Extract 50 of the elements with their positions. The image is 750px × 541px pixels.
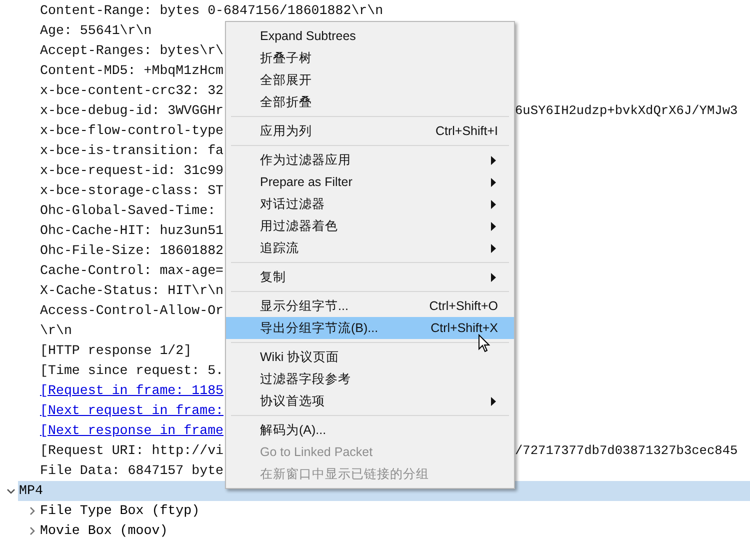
tree-row[interactable]: Ohc-File-Size: 18601882 <box>40 243 224 258</box>
menu-item[interactable]: 作为过滤器应用 <box>226 149 514 171</box>
tree-row-text: 6uSY6IH2udzp+bvkXdQrX6J/YMJw3 <box>515 102 738 120</box>
tree-row[interactable]: File Type Box (ftyp) <box>39 501 750 521</box>
tree-row[interactable]: x-bce-debug-id: 3WVGGHr <box>40 103 224 118</box>
menu-item[interactable]: Prepare as Filter <box>226 171 514 193</box>
shortcut-text: Ctrl+Shift+X <box>430 320 498 337</box>
menu-item[interactable]: 应用为列 Ctrl+Shift+I <box>226 120 514 142</box>
menu-item[interactable]: 用过滤器着色 <box>226 215 514 237</box>
menu-item[interactable]: 导出分组字节流(B)... Ctrl+Shift+X <box>226 317 514 339</box>
tree-row[interactable]: Ohc-Cache-HIT: huz3un51 <box>40 223 224 238</box>
tree-row[interactable]: Accept-Ranges: bytes\r\ <box>40 43 224 58</box>
shortcut-text: Ctrl+Shift+O <box>429 298 498 315</box>
tree-row[interactable]: [HTTP response 1/2] <box>40 343 192 358</box>
tree-row[interactable]: Content-Range: bytes 0-6847156/18601882\r\n <box>40 3 384 18</box>
menu-item[interactable]: 追踪流 <box>226 237 514 259</box>
menu-item[interactable]: 折叠子树 <box>226 47 514 69</box>
tree-row[interactable]: [Request URI: http://vi <box>40 443 224 458</box>
mouse-pointer-icon <box>478 334 490 353</box>
tree-row[interactable]: Cache-Control: max-age= <box>40 263 224 278</box>
menu-item[interactable]: 显示分组字节... Ctrl+Shift+O <box>226 295 514 317</box>
menu-item[interactable]: 协议首选项 <box>226 390 514 412</box>
chevron-down-icon[interactable] <box>6 486 16 496</box>
tree-row[interactable]: Age: 55641\r\n <box>40 23 152 38</box>
menu-item[interactable]: 对话过滤器 <box>226 193 514 215</box>
tree-row[interactable]: File Data: 6847157 byte <box>40 463 224 478</box>
tree-row[interactable]: x-bce-content-crc32: 32 <box>40 83 224 98</box>
tree-row[interactable]: [Time since request: 5. <box>40 363 224 378</box>
tree-row[interactable]: x-bce-flow-control-type <box>40 123 224 138</box>
tree-link[interactable]: [Next response in frame <box>40 423 224 438</box>
tree-row[interactable]: x-bce-storage-class: ST <box>40 183 224 198</box>
tree-row[interactable]: x-bce-request-id: 31c99 <box>40 163 224 178</box>
menu-item[interactable]: Expand Subtrees <box>226 25 514 47</box>
menu-item[interactable]: 全部展开 <box>226 69 514 91</box>
menu-item[interactable]: 解码为(A)... <box>226 419 514 441</box>
menu-item[interactable]: 过滤器字段参考 <box>226 368 514 390</box>
tree-link[interactable]: [Request in frame: 1185 <box>40 383 224 398</box>
tree-row[interactable]: \r\n <box>40 323 72 338</box>
tree-row[interactable]: Ohc-Global-Saved-Time: <box>40 203 216 218</box>
tree-row[interactable]: Movie Box (moov) <box>39 521 750 541</box>
tree-row[interactable]: x-bce-is-transition: fa <box>40 143 224 158</box>
menu-item[interactable]: Wiki 协议页面 <box>226 346 514 368</box>
menu-item[interactable]: 全部折叠 <box>226 91 514 113</box>
shortcut-text: Ctrl+Shift+I <box>435 122 498 140</box>
tree-link[interactable]: [Next request in frame: <box>40 403 224 418</box>
tree-row[interactable]: Access-Control-Allow-Or <box>40 303 224 318</box>
menu-item[interactable]: 复制 <box>226 266 514 288</box>
tree-row[interactable]: X-Cache-Status: HIT\r\n <box>40 283 224 298</box>
tree-row-text: /72717377db7d03871327b3cec845 <box>515 442 738 460</box>
tree-row[interactable]: Content-MD5: +MbqM1zHcm <box>40 63 224 78</box>
